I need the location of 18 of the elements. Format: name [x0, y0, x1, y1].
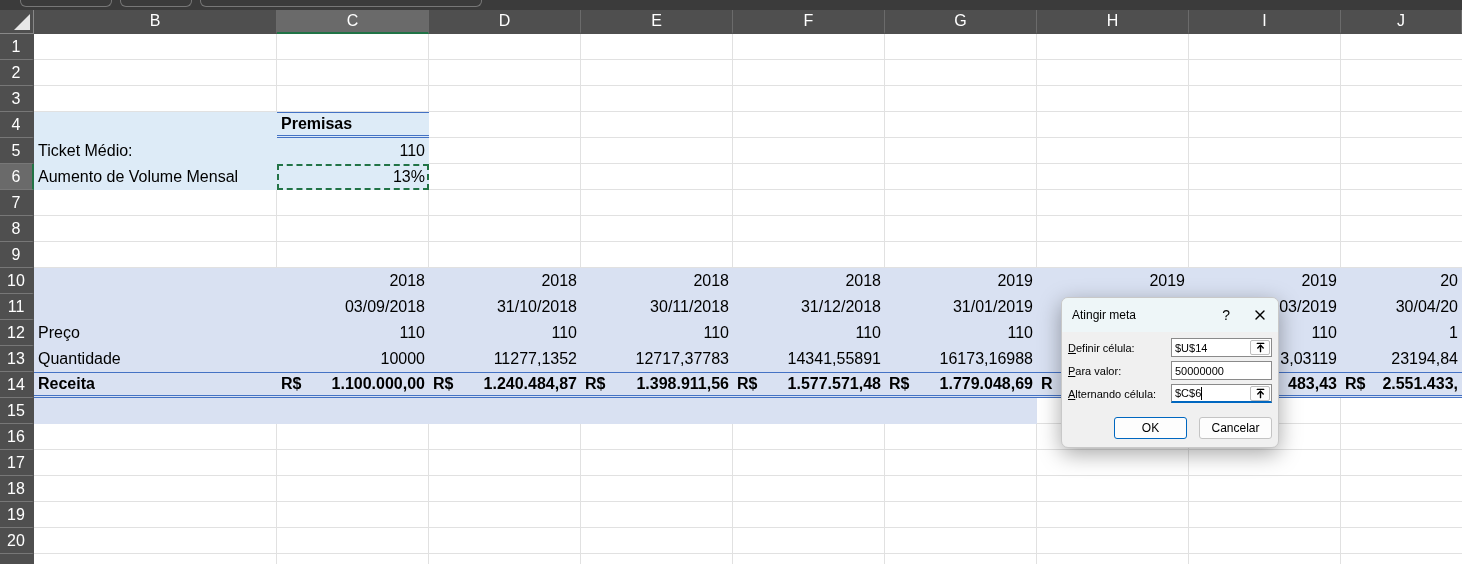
currency-sign: R$ [433, 375, 454, 393]
currency-sign: R$ [1345, 375, 1366, 393]
amount: 1.577.571,48 [787, 375, 881, 393]
currency-sign: R [1041, 375, 1053, 393]
amount: 1.100.000,00 [331, 375, 425, 393]
field-label: Definir célula: [1068, 341, 1135, 354]
currency-sign: R$ [281, 375, 302, 393]
amount: 483,43 [1288, 375, 1337, 393]
currency-sign: R$ [889, 375, 910, 393]
field-label: Alternando célula: [1068, 387, 1157, 400]
field-label: Para valor: [1068, 364, 1122, 377]
amount: 1.240.484,87 [483, 375, 577, 393]
dialog-title: Atingir meta [1072, 308, 1138, 322]
currency-sign: R$ [737, 375, 758, 393]
currency-sign: R$ [585, 375, 606, 393]
amount: 2.551.433, [1382, 375, 1458, 393]
amount: 1.398.911,56 [636, 375, 729, 393]
amount: 1.779.048,69 [939, 375, 1033, 393]
